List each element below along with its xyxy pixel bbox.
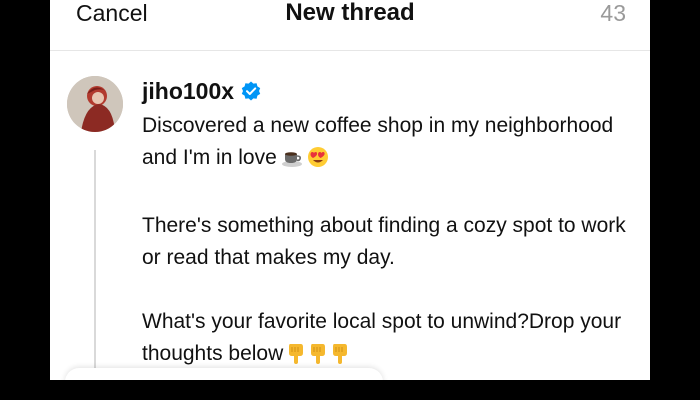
- bottom-sheet-edge: [65, 368, 383, 380]
- post-paragraph-1: Discovered a new coffee shop in my neigh…: [142, 110, 642, 178]
- character-counter: 43: [600, 0, 626, 26]
- thread-connector-line: [94, 150, 96, 370]
- composer-header: Cancel New thread 43: [50, 0, 650, 51]
- post-paragraph-3-text: What's your favorite local spot to unwin…: [142, 310, 622, 365]
- post-paragraph-2: There's something about finding a cozy s…: [142, 214, 626, 269]
- avatar-image: [67, 76, 123, 132]
- post-paragraph-1-text: Discovered a new coffee shop in my neigh…: [142, 114, 614, 169]
- coffee-cup-icon: [281, 146, 303, 178]
- avatar[interactable]: [67, 76, 123, 132]
- verified-badge-icon: [241, 81, 261, 101]
- post-author: jiho100x: [142, 76, 261, 106]
- page-title: New thread: [285, 0, 415, 26]
- username[interactable]: jiho100x: [142, 76, 234, 106]
- post-paragraph-3: What's your favorite local spot to unwin…: [142, 306, 642, 374]
- thread-composer: Cancel New thread 43 jiho100x Discovered…: [50, 0, 650, 380]
- post-text[interactable]: Discovered a new coffee shop in my neigh…: [142, 110, 642, 374]
- heart-eyes-icon: [307, 146, 329, 178]
